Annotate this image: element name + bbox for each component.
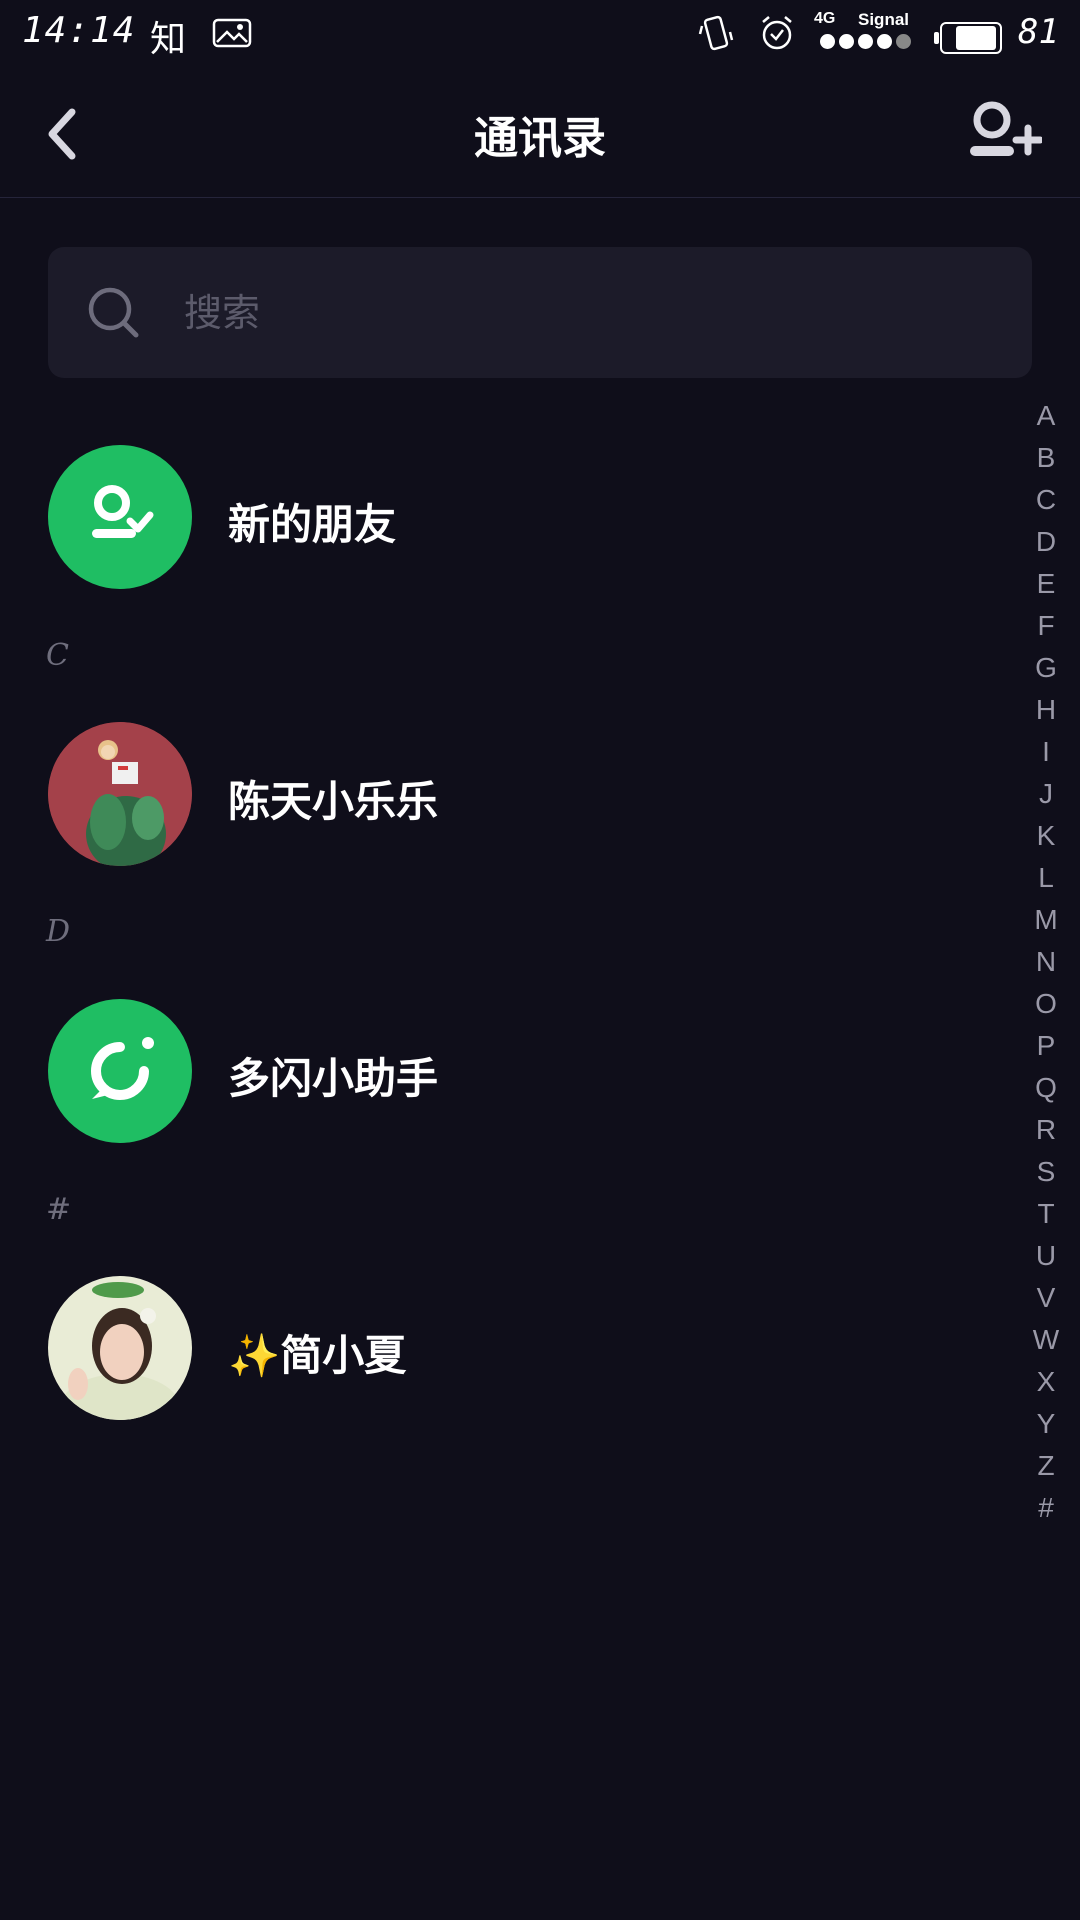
index-letter[interactable]: O xyxy=(1026,988,1066,1020)
status-bar: 14:14 知 4G Signal 81 xyxy=(0,0,1080,72)
index-letter[interactable]: E xyxy=(1026,568,1066,600)
add-user-icon xyxy=(970,101,1044,156)
search-bar[interactable] xyxy=(48,247,1032,378)
network-type: 4G xyxy=(814,10,836,27)
section-header-c: C xyxy=(46,638,69,673)
avatar-photo xyxy=(48,722,192,866)
index-letter[interactable]: D xyxy=(1026,526,1066,558)
new-friend-icon xyxy=(92,485,154,538)
contact-name: 多闪小助手 xyxy=(228,1054,439,1103)
alarm-icon xyxy=(762,16,792,50)
contact-name: 新的朋友 xyxy=(228,500,397,549)
index-letter[interactable]: Y xyxy=(1026,1408,1066,1440)
vibrate-icon xyxy=(698,15,734,51)
contact-name: 陈天小乐乐 xyxy=(228,777,439,826)
index-letter[interactable]: Q xyxy=(1026,1072,1066,1104)
list-item-contact[interactable]: ✨简小夏 xyxy=(48,1276,1008,1420)
index-letter[interactable]: M xyxy=(1026,904,1066,936)
index-letter[interactable]: U xyxy=(1026,1240,1066,1272)
signal-dot xyxy=(896,34,911,49)
index-letter[interactable]: S xyxy=(1026,1156,1066,1188)
page-title: 通讯录 xyxy=(474,113,606,164)
index-letter[interactable]: W xyxy=(1026,1324,1066,1356)
index-letter[interactable]: C xyxy=(1026,484,1066,516)
battery-icon xyxy=(934,22,1002,54)
index-letter[interactable]: F xyxy=(1026,610,1066,642)
avatar-photo xyxy=(48,1276,192,1420)
add-friend-button[interactable] xyxy=(966,98,1044,168)
top-bar: 通讯录 xyxy=(0,72,1080,198)
index-letter[interactable]: Z xyxy=(1026,1450,1066,1482)
index-letter[interactable]: # xyxy=(1026,1492,1066,1524)
new-friend-avatar xyxy=(48,445,192,589)
index-letter[interactable]: I xyxy=(1026,736,1066,768)
signal-dot xyxy=(877,34,892,49)
list-item-contact[interactable]: 多闪小助手 xyxy=(48,999,1008,1143)
signal-dot xyxy=(839,34,854,49)
section-header-hash: # xyxy=(46,1192,72,1227)
list-item-contact[interactable]: 陈天小乐乐 xyxy=(48,722,1008,866)
index-letter[interactable]: X xyxy=(1026,1366,1066,1398)
signal-dot xyxy=(820,34,835,49)
index-letter[interactable]: T xyxy=(1026,1198,1066,1230)
index-letter[interactable]: H xyxy=(1026,694,1066,726)
index-letter[interactable]: P xyxy=(1026,1030,1066,1062)
index-letter[interactable]: R xyxy=(1026,1114,1066,1146)
index-letter[interactable]: K xyxy=(1026,820,1066,852)
status-time: 14:14 xyxy=(22,10,136,51)
search-input[interactable] xyxy=(182,277,986,349)
avatar xyxy=(48,1276,192,1420)
index-letter[interactable]: A xyxy=(1026,400,1066,432)
index-letter[interactable]: V xyxy=(1026,1282,1066,1314)
index-letter[interactable]: L xyxy=(1026,862,1066,894)
index-letter[interactable]: G xyxy=(1026,652,1066,684)
battery-level: 81 xyxy=(1018,12,1059,52)
avatar xyxy=(48,722,192,866)
assistant-icon xyxy=(91,1037,154,1100)
signal-label: Signal xyxy=(858,10,910,29)
signal-dots xyxy=(820,34,911,49)
signal-dot xyxy=(858,34,873,49)
section-header-d: D xyxy=(46,914,71,949)
image-icon xyxy=(212,18,252,48)
status-app-glyph: 知 xyxy=(150,19,187,60)
contact-name: ✨简小夏 xyxy=(228,1331,407,1380)
list-item-new-friends[interactable]: 新的朋友 xyxy=(48,445,1008,589)
search-icon xyxy=(88,287,139,338)
index-letter[interactable]: B xyxy=(1026,442,1066,474)
index-letter[interactable]: N xyxy=(1026,946,1066,978)
index-letter[interactable]: J xyxy=(1026,778,1066,810)
assistant-avatar xyxy=(48,999,192,1143)
